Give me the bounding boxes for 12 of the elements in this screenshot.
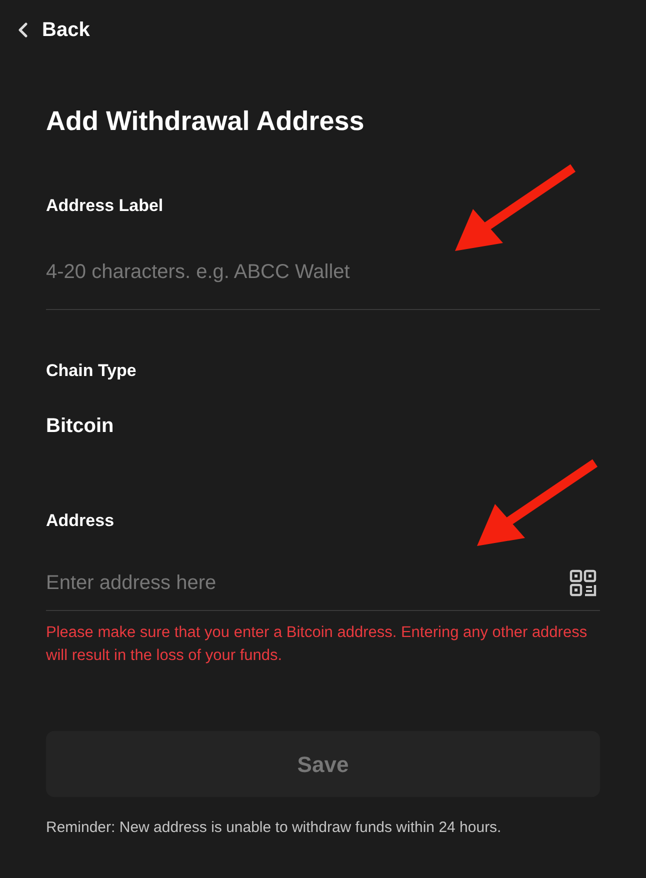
page-title: Add Withdrawal Address (46, 108, 366, 135)
warning-text: Please make sure that you enter a Bitcoin address. Entering any other address will result in the loss of your funds. (46, 623, 588, 666)
field-label: Address Label (46, 197, 164, 214)
chain-type-value: Bitcoin (46, 416, 114, 436)
label-input[interactable]: 4-20 characters. e.g. ABCC Wallet (46, 257, 600, 310)
qr-code-icon[interactable] (569, 569, 597, 597)
field-label: Chain Type (46, 362, 136, 379)
back-button[interactable]: Back (18, 15, 90, 45)
field-label: Address (46, 512, 114, 529)
address-input[interactable]: Enter address here (46, 568, 569, 598)
back-icon (18, 22, 28, 38)
reminder-text: Reminder: New address is unable to withdraw funds within 24 hours. (46, 818, 502, 838)
